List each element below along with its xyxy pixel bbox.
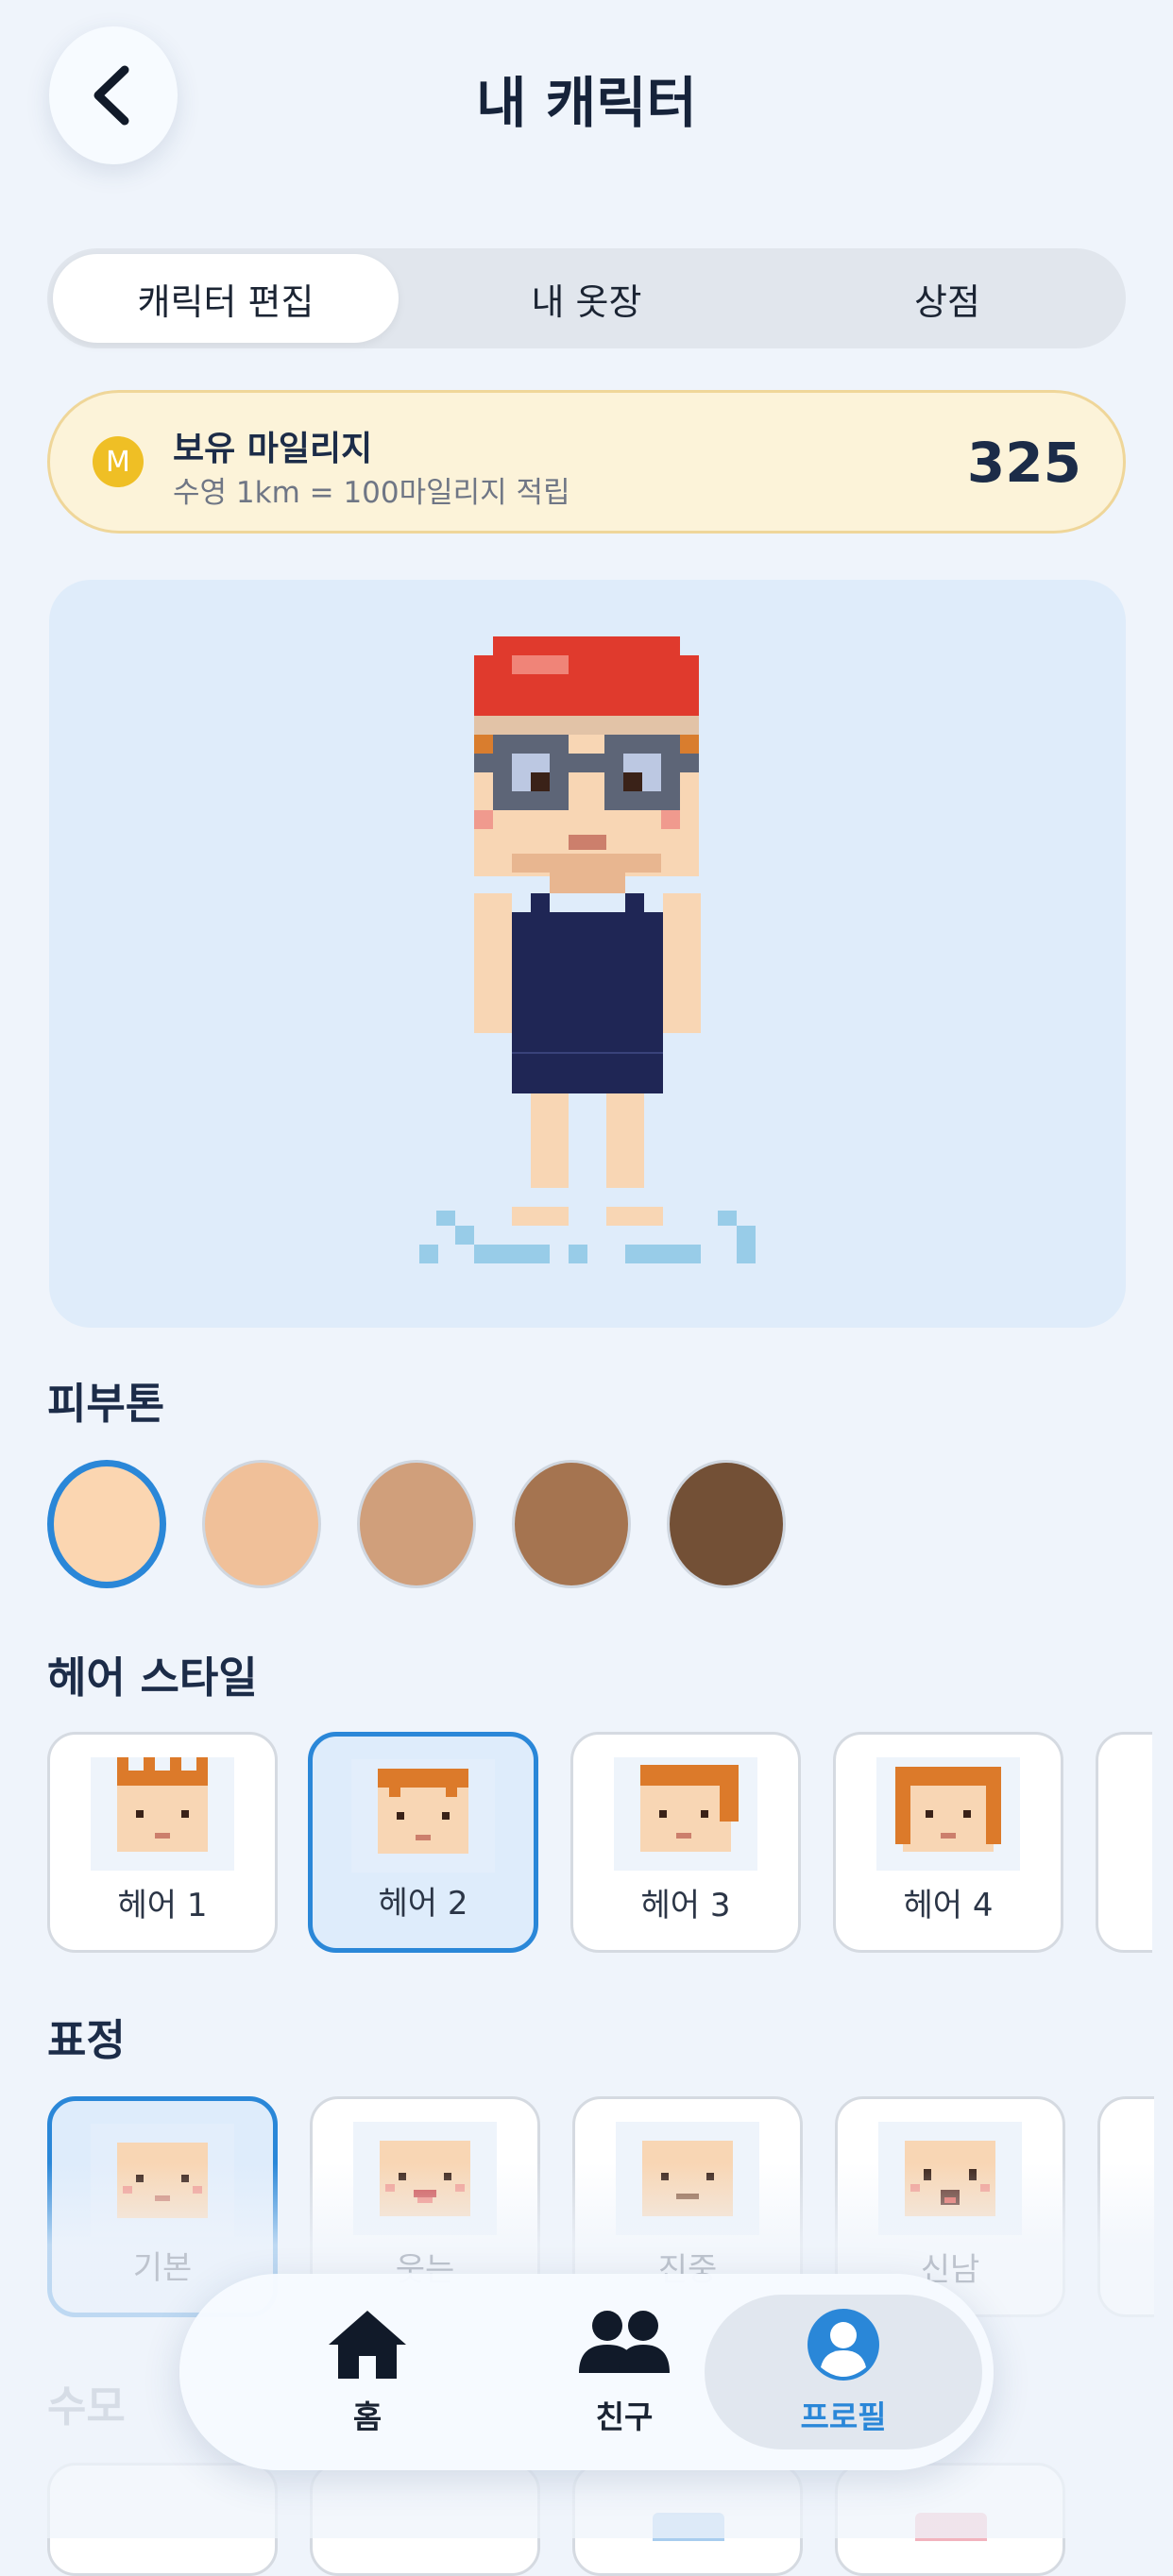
hair-1-label: 헤어 1 bbox=[117, 1887, 208, 1924]
skin-swatch-4[interactable] bbox=[512, 1460, 631, 1588]
hair-2-label: 헤어 2 bbox=[378, 1885, 468, 1923]
hair-style-title: 헤어 스타일 bbox=[47, 1652, 258, 1703]
mileage-card: M 보유 마일리지 수영 1km = 100마일리지 적립 325 bbox=[47, 390, 1126, 534]
skin-tone-title: 피부톤 bbox=[47, 1379, 165, 1429]
hair-option-3[interactable]: 헤어 3 bbox=[570, 1732, 801, 1953]
character-preview bbox=[49, 580, 1126, 1328]
bottom-navigation: 홈 친구 프로필 bbox=[179, 2274, 994, 2470]
expression-title: 표정 bbox=[47, 2015, 126, 2065]
hair-option-5-partial[interactable] bbox=[1096, 1732, 1152, 1953]
hair-1-thumbnail bbox=[91, 1757, 234, 1871]
hair-3-thumbnail bbox=[614, 1757, 757, 1871]
mileage-subtitle: 수영 1km = 100마일리지 적립 bbox=[173, 476, 570, 510]
tab-shop[interactable]: 상점 bbox=[774, 254, 1120, 343]
skin-swatch-1[interactable] bbox=[47, 1460, 166, 1588]
profile-icon bbox=[808, 2309, 879, 2381]
nav-profile-label: 프로필 bbox=[800, 2398, 887, 2435]
skin-swatch-3[interactable] bbox=[357, 1460, 476, 1588]
hair-option-1[interactable]: 헤어 1 bbox=[47, 1732, 278, 1953]
skin-swatch-5[interactable] bbox=[667, 1460, 786, 1588]
friends-icon bbox=[579, 2311, 670, 2373]
nav-profile[interactable]: 프로필 bbox=[705, 2295, 982, 2449]
hair-3-label: 헤어 3 bbox=[640, 1887, 731, 1924]
skin-swatch-2[interactable] bbox=[202, 1460, 321, 1588]
hair-option-2[interactable]: 헤어 2 bbox=[308, 1732, 538, 1953]
hair-2-thumbnail bbox=[351, 1759, 495, 1873]
tab-character-edit[interactable]: 캐릭터 편집 bbox=[53, 254, 399, 343]
hair-option-4[interactable]: 헤어 4 bbox=[833, 1732, 1063, 1953]
character-sprite bbox=[419, 636, 756, 1263]
mileage-value: 325 bbox=[966, 431, 1081, 495]
mileage-title: 보유 마일리지 bbox=[173, 430, 373, 468]
hair-4-label: 헤어 4 bbox=[903, 1887, 994, 1924]
nav-home-label: 홈 bbox=[352, 2398, 382, 2435]
hair-4-thumbnail bbox=[876, 1757, 1020, 1871]
home-icon bbox=[329, 2311, 406, 2379]
nav-friends-label: 친구 bbox=[595, 2398, 654, 2435]
tab-my-closet[interactable]: 내 옷장 bbox=[414, 254, 759, 343]
nav-home[interactable]: 홈 bbox=[229, 2295, 506, 2449]
page-title: 내 캐릭터 bbox=[476, 71, 697, 135]
tab-bar: 캐릭터 편집 내 옷장 상점 bbox=[47, 248, 1126, 348]
coin-icon: M bbox=[93, 436, 144, 487]
